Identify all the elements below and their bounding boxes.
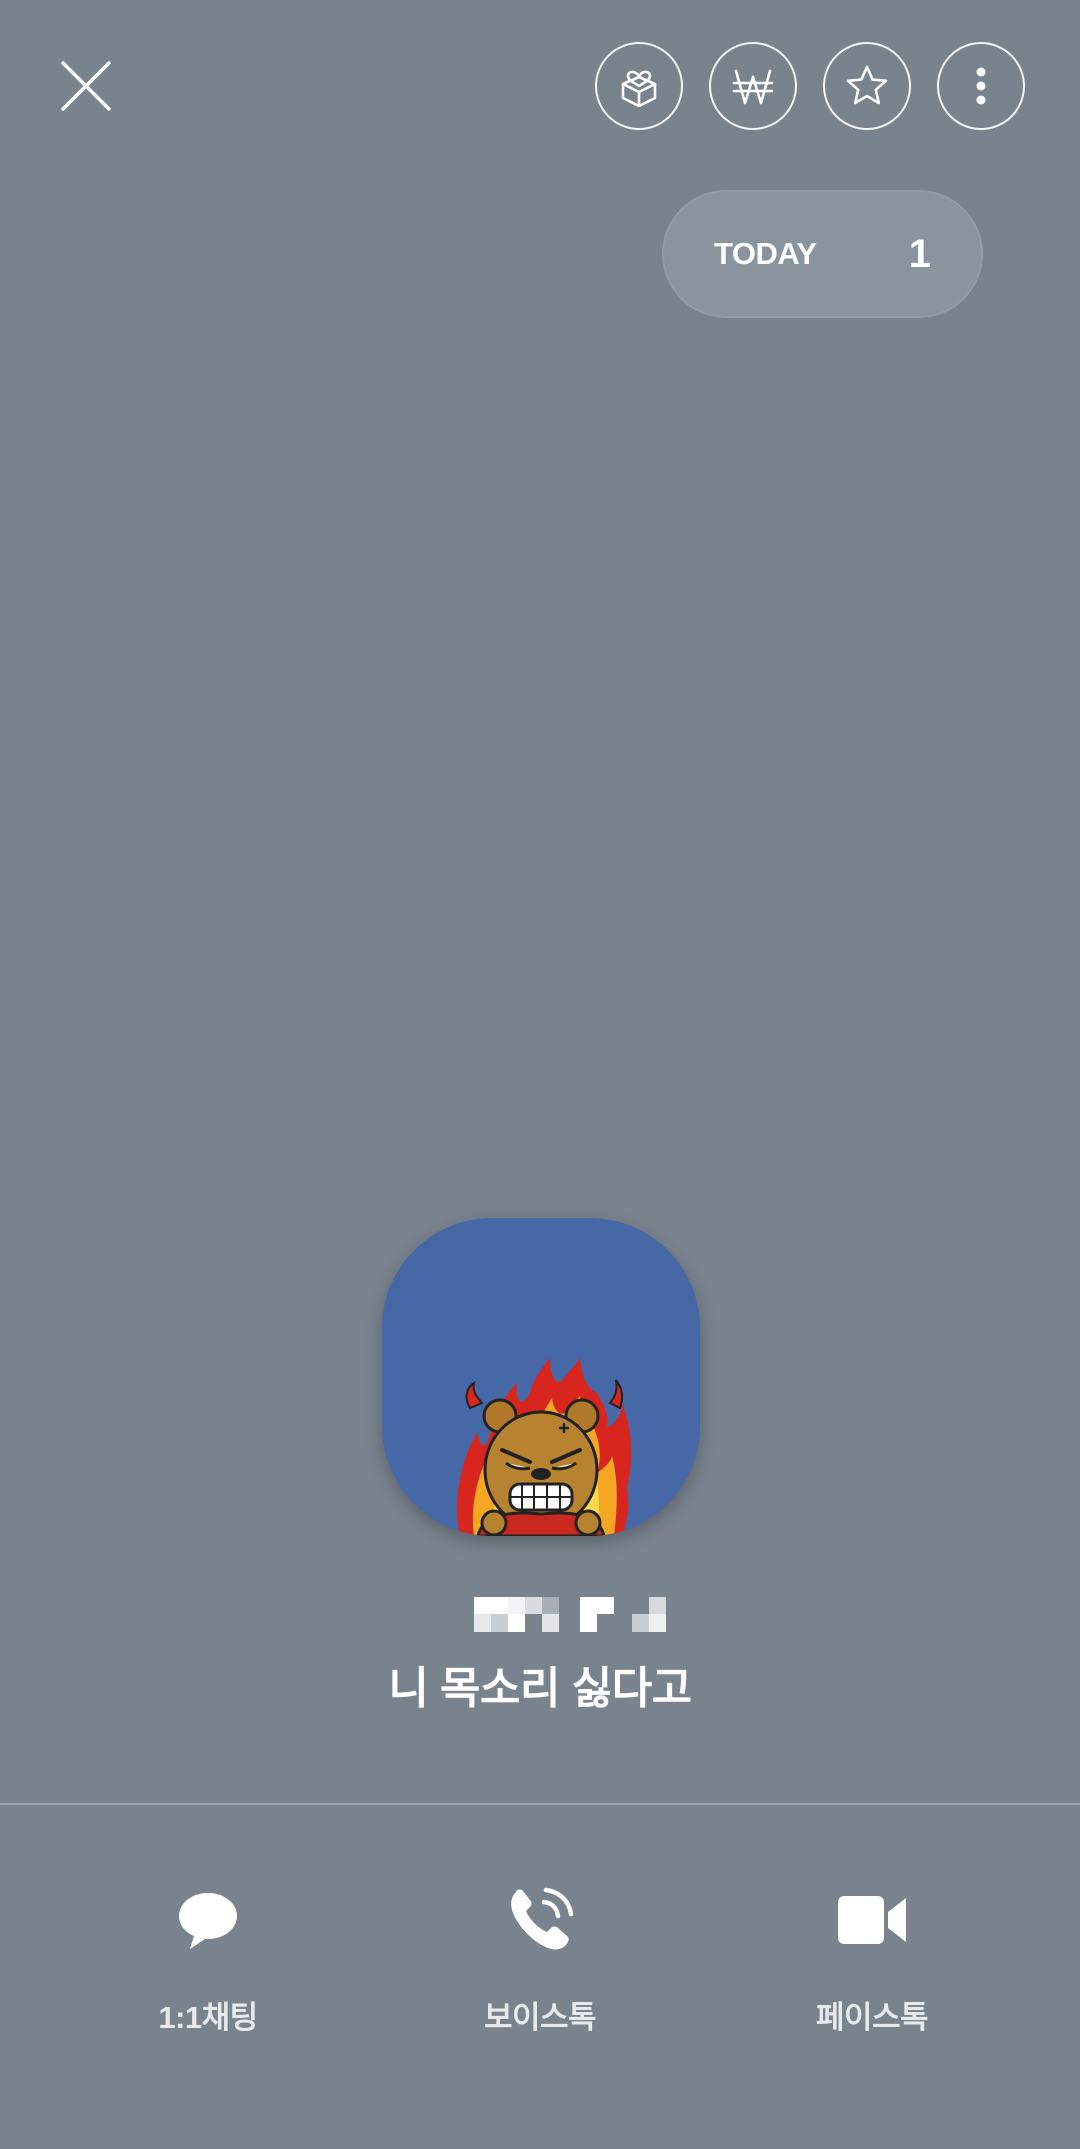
more-button[interactable] bbox=[937, 42, 1025, 130]
close-icon bbox=[61, 61, 111, 111]
cash-button[interactable] bbox=[709, 42, 797, 130]
gift-button[interactable] bbox=[595, 42, 683, 130]
one-on-one-chat-button[interactable]: 1:1채팅 bbox=[78, 1880, 338, 2037]
status-message: 니 목소리 싫다고 bbox=[388, 1664, 692, 1713]
today-count: 1 bbox=[908, 231, 931, 276]
today-label: TODAY bbox=[714, 236, 817, 271]
today-visitor-counter[interactable]: TODAY 1 bbox=[662, 190, 983, 318]
gift-icon bbox=[621, 70, 657, 108]
star-icon bbox=[846, 65, 888, 105]
profile-name-redacted bbox=[474, 1597, 666, 1632]
face-talk-button[interactable]: 페이스톡 bbox=[742, 1880, 1002, 2037]
header-actions bbox=[595, 42, 1025, 130]
video-camera-icon bbox=[838, 1896, 906, 1944]
voice-talk-button[interactable]: 보이스톡 bbox=[410, 1880, 670, 2037]
chat-label: 1:1채팅 bbox=[158, 2000, 258, 2035]
favorite-button[interactable] bbox=[823, 42, 911, 130]
voice-talk-label: 보이스톡 bbox=[483, 2000, 597, 2035]
angry-bear-character bbox=[457, 1358, 632, 1536]
profile-avatar[interactable] bbox=[382, 1218, 700, 1536]
more-vertical-icon bbox=[976, 67, 986, 105]
close-button[interactable] bbox=[46, 46, 126, 126]
voice-call-icon bbox=[511, 1887, 574, 1950]
chat-bubble-icon bbox=[179, 1893, 237, 1949]
divider bbox=[0, 1803, 1080, 1805]
face-talk-label: 페이스톡 bbox=[815, 2000, 929, 2035]
bottom-action-bar: 1:1채팅 보이스톡 페이스톡 bbox=[0, 1880, 1080, 2060]
won-currency-icon bbox=[732, 69, 774, 105]
